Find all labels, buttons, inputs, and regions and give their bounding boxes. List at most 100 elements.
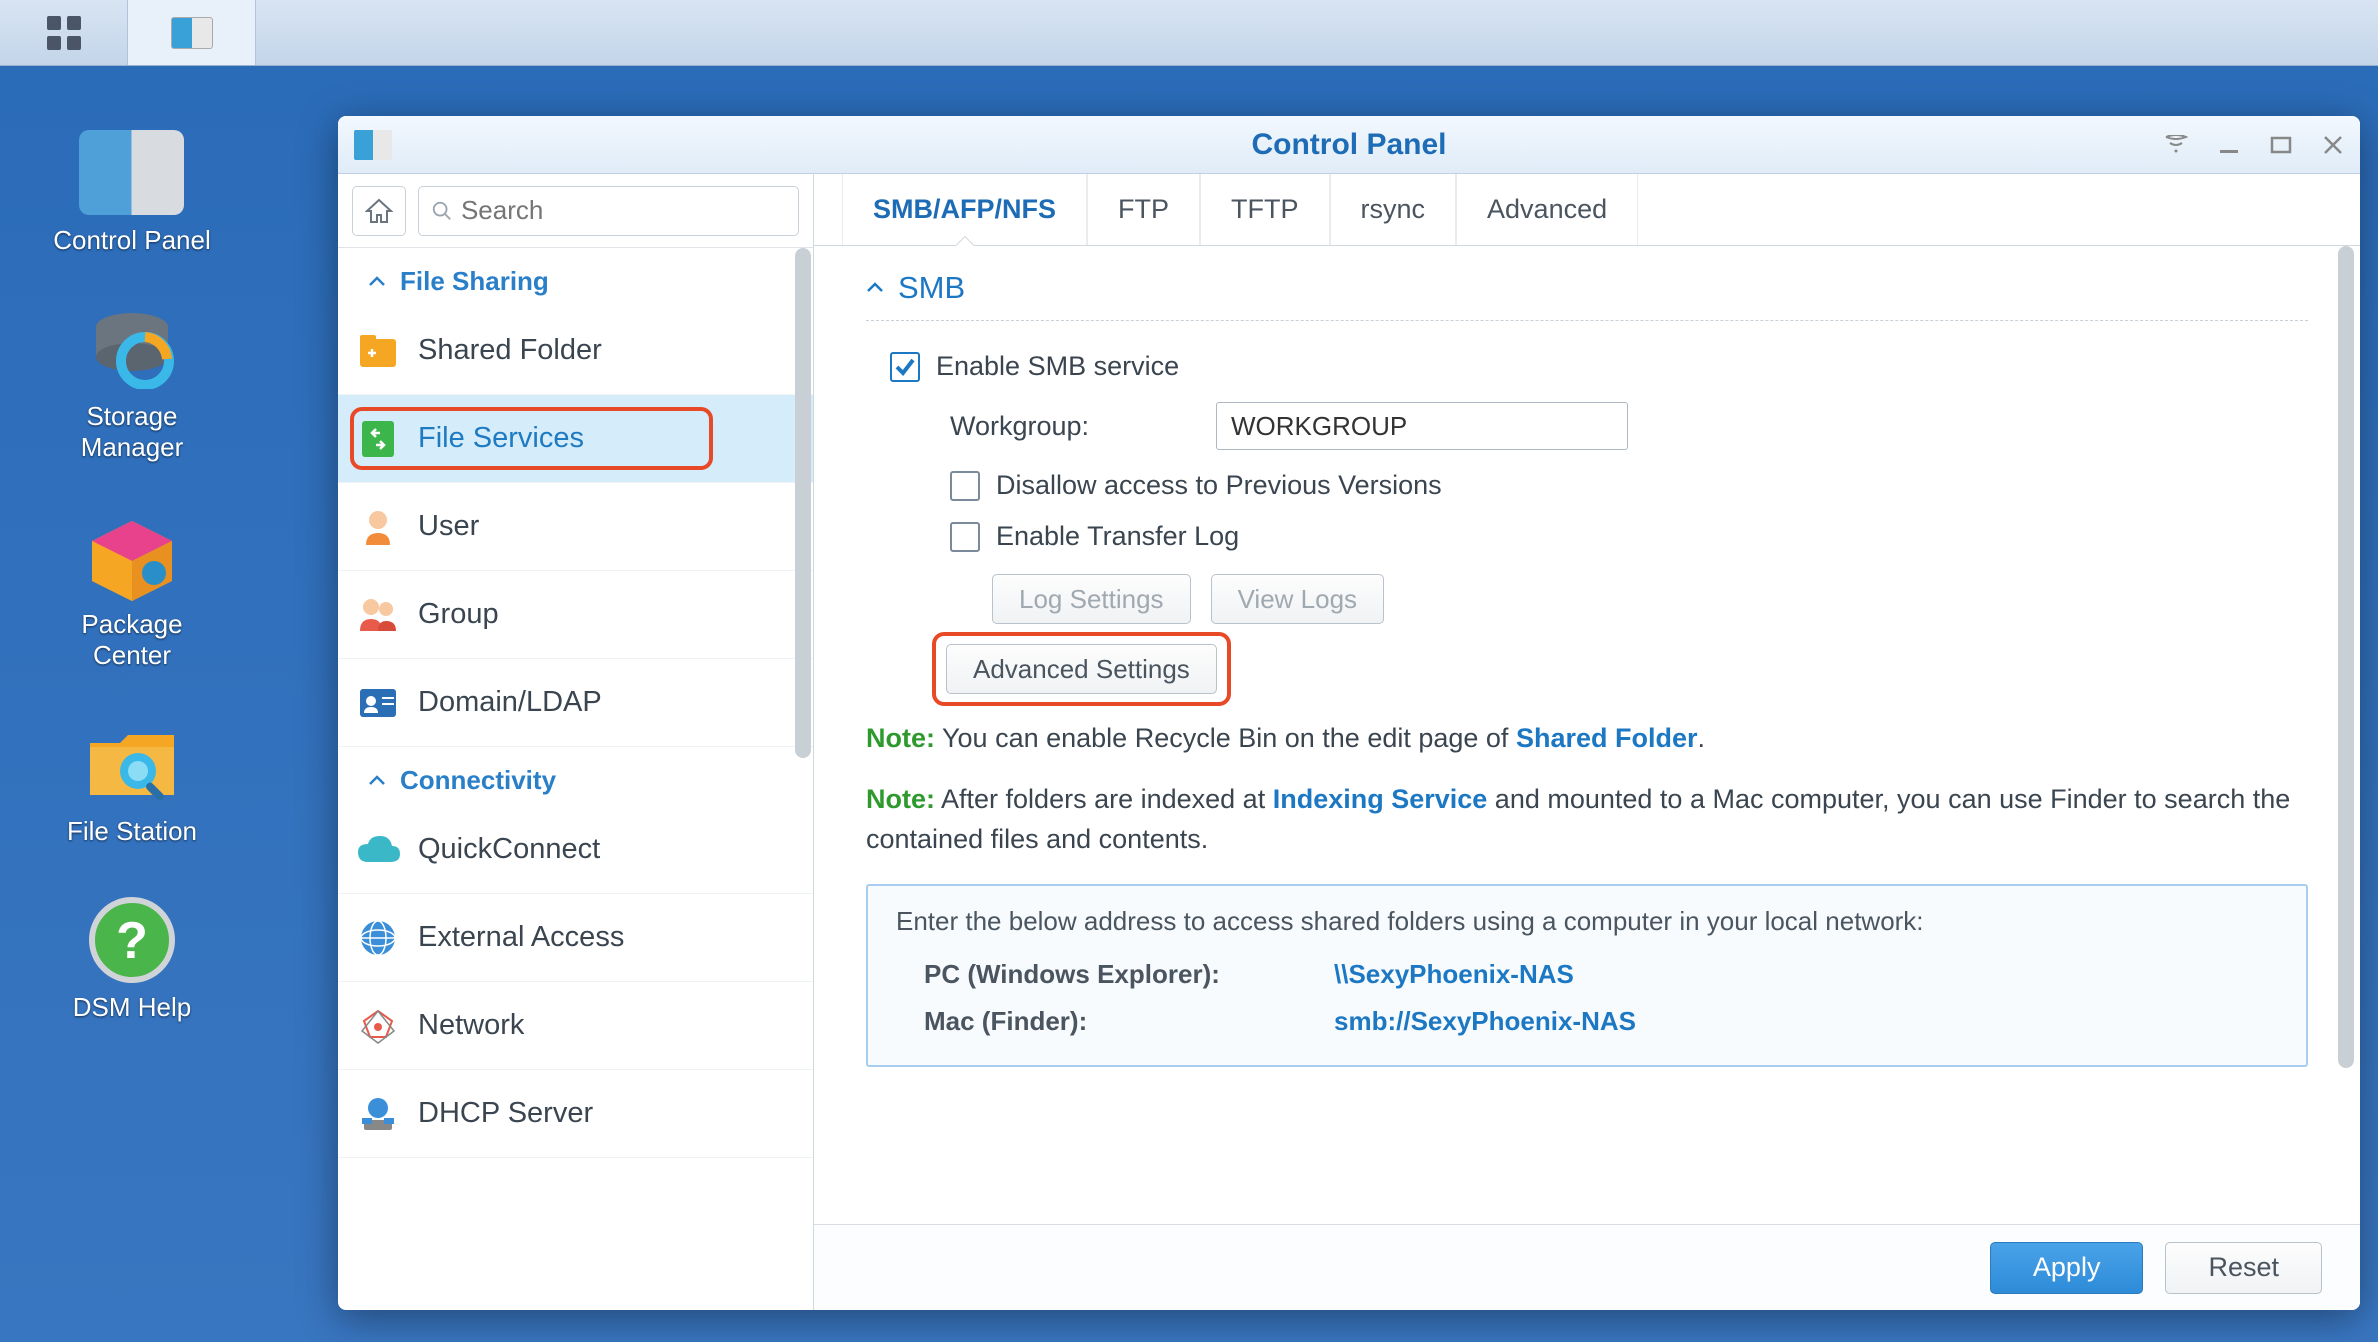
tab-smb-afp-nfs[interactable]: SMB/AFP/NFS xyxy=(842,174,1087,245)
desktop-icon-label: Package Center xyxy=(81,609,182,671)
disallow-row: Disallow access to Previous Versions xyxy=(866,460,2308,511)
content-area: SMB/AFP/NFS FTP TFTP rsync Advanced SMB … xyxy=(814,174,2360,1310)
control-panel-icon xyxy=(79,130,184,215)
network-icon xyxy=(356,1004,400,1048)
storage-manager-icon xyxy=(80,306,185,391)
apply-button[interactable]: Apply xyxy=(1990,1242,2144,1294)
home-icon xyxy=(365,198,393,224)
disallow-previous-versions-checkbox[interactable] xyxy=(950,471,980,501)
reset-button[interactable]: Reset xyxy=(2165,1242,2322,1294)
sidebar-item-label: QuickConnect xyxy=(418,833,600,866)
tab-rsync[interactable]: rsync xyxy=(1330,174,1457,245)
home-button[interactable] xyxy=(352,186,406,236)
note-label: Note: xyxy=(866,723,935,753)
close-button[interactable] xyxy=(2322,134,2344,156)
taskbar-launcher[interactable] xyxy=(0,0,128,65)
indexing-service-link[interactable]: Indexing Service xyxy=(1273,784,1488,814)
address-row-mac: Mac (Finder): smb://SexyPhoenix-NAS xyxy=(896,998,2278,1045)
sidebar-quickconnect[interactable]: QuickConnect xyxy=(338,806,813,894)
taskbar xyxy=(0,0,2378,66)
minimize-button[interactable] xyxy=(2218,134,2240,156)
sidebar-section-label: Connectivity xyxy=(400,765,556,796)
user-icon xyxy=(356,505,400,549)
sidebar-dhcp-server[interactable]: DHCP Server xyxy=(338,1070,813,1158)
sidebar-header xyxy=(338,174,813,248)
transfer-log-label: Enable Transfer Log xyxy=(996,521,1239,552)
sidebar-item-label: Shared Folder xyxy=(418,334,602,367)
dhcp-icon xyxy=(356,1092,400,1136)
log-buttons-row: Log Settings View Logs xyxy=(866,562,2308,636)
desktop-icon-label: DSM Help xyxy=(73,992,191,1023)
window-controls xyxy=(2164,134,2344,156)
chevron-up-icon xyxy=(866,282,884,294)
address-mac-label: Mac (Finder): xyxy=(924,1006,1334,1037)
section-title: SMB xyxy=(898,270,965,306)
smb-section-header[interactable]: SMB xyxy=(866,270,2308,321)
search-field[interactable] xyxy=(418,186,799,236)
tab-ftp[interactable]: FTP xyxy=(1087,174,1200,245)
desktop-file-station[interactable]: File Station xyxy=(67,721,197,847)
content-scrollbar[interactable] xyxy=(2338,246,2354,1068)
workgroup-label: Workgroup: xyxy=(950,411,1200,442)
workgroup-row: Workgroup: xyxy=(866,392,2308,460)
sidebar-section-file-sharing[interactable]: File Sharing xyxy=(338,248,813,307)
sidebar-group[interactable]: Group xyxy=(338,571,813,659)
window-titlebar[interactable]: Control Panel xyxy=(338,116,2360,174)
enable-smb-row: Enable SMB service xyxy=(866,341,2308,392)
sidebar-scrollbar[interactable] xyxy=(795,248,811,758)
address-pc-value: \\SexyPhoenix-NAS xyxy=(1334,959,1574,990)
enable-smb-checkbox[interactable] xyxy=(890,352,920,382)
file-station-icon xyxy=(79,721,184,806)
search-input[interactable] xyxy=(461,195,786,226)
sidebar-external-access[interactable]: External Access xyxy=(338,894,813,982)
tab-tftp[interactable]: TFTP xyxy=(1200,174,1330,245)
sidebar-network[interactable]: Network xyxy=(338,982,813,1070)
desktop-package-center[interactable]: Package Center xyxy=(80,514,185,671)
taskbar-control-panel[interactable] xyxy=(128,0,256,65)
tab-label: Advanced xyxy=(1487,194,1607,225)
file-services-icon xyxy=(356,417,400,461)
help-button[interactable] xyxy=(2164,134,2188,156)
tab-label: TFTP xyxy=(1231,194,1299,225)
cloud-icon xyxy=(356,828,400,872)
sidebar-item-label: File Services xyxy=(418,422,584,455)
log-settings-button[interactable]: Log Settings xyxy=(992,574,1191,624)
package-center-icon xyxy=(80,514,185,599)
sidebar: File Sharing Shared Folder File Services… xyxy=(338,174,814,1310)
desktop-control-panel[interactable]: Control Panel xyxy=(53,130,211,256)
advanced-settings-button[interactable]: Advanced Settings xyxy=(946,644,1217,694)
chevron-up-icon xyxy=(368,276,386,288)
id-card-icon xyxy=(356,681,400,725)
tab-label: FTP xyxy=(1118,194,1169,225)
maximize-button[interactable] xyxy=(2270,134,2292,156)
sidebar-section-connectivity[interactable]: Connectivity xyxy=(338,747,813,806)
enable-smb-label: Enable SMB service xyxy=(936,351,1179,382)
apps-grid-icon xyxy=(47,16,81,50)
enable-transfer-log-checkbox[interactable] xyxy=(950,522,980,552)
address-pc-label: PC (Windows Explorer): xyxy=(924,959,1334,990)
desktop-dsm-help[interactable]: ? DSM Help xyxy=(73,897,191,1023)
sidebar-section-label: File Sharing xyxy=(400,266,549,297)
shared-folder-link[interactable]: Shared Folder xyxy=(1516,723,1698,753)
sidebar-item-label: Domain/LDAP xyxy=(418,686,602,719)
workgroup-input[interactable] xyxy=(1216,402,1628,450)
control-panel-icon xyxy=(171,17,213,49)
sidebar-domain-ldap[interactable]: Domain/LDAP xyxy=(338,659,813,747)
note-tail: . xyxy=(1697,723,1705,753)
svg-text:?: ? xyxy=(116,912,148,970)
sidebar-file-services[interactable]: File Services xyxy=(338,395,813,483)
note-text: You can enable Recycle Bin on the edit p… xyxy=(935,723,1516,753)
sidebar-shared-folder[interactable]: Shared Folder xyxy=(338,307,813,395)
desktop-storage-manager[interactable]: Storage Manager xyxy=(80,306,185,463)
sidebar-user[interactable]: User xyxy=(338,483,813,571)
group-icon xyxy=(356,593,400,637)
tab-advanced[interactable]: Advanced xyxy=(1456,174,1638,245)
note-label: Note: xyxy=(866,784,935,814)
address-mac-value: smb://SexyPhoenix-NAS xyxy=(1334,1006,1636,1037)
desktop-icon-label: Storage Manager xyxy=(81,401,184,463)
sidebar-item-label: Network xyxy=(418,1009,524,1042)
globe-icon xyxy=(356,916,400,960)
dsm-help-icon: ? xyxy=(79,897,184,982)
view-logs-button[interactable]: View Logs xyxy=(1211,574,1385,624)
desktop-icon-label: Control Panel xyxy=(53,225,211,256)
